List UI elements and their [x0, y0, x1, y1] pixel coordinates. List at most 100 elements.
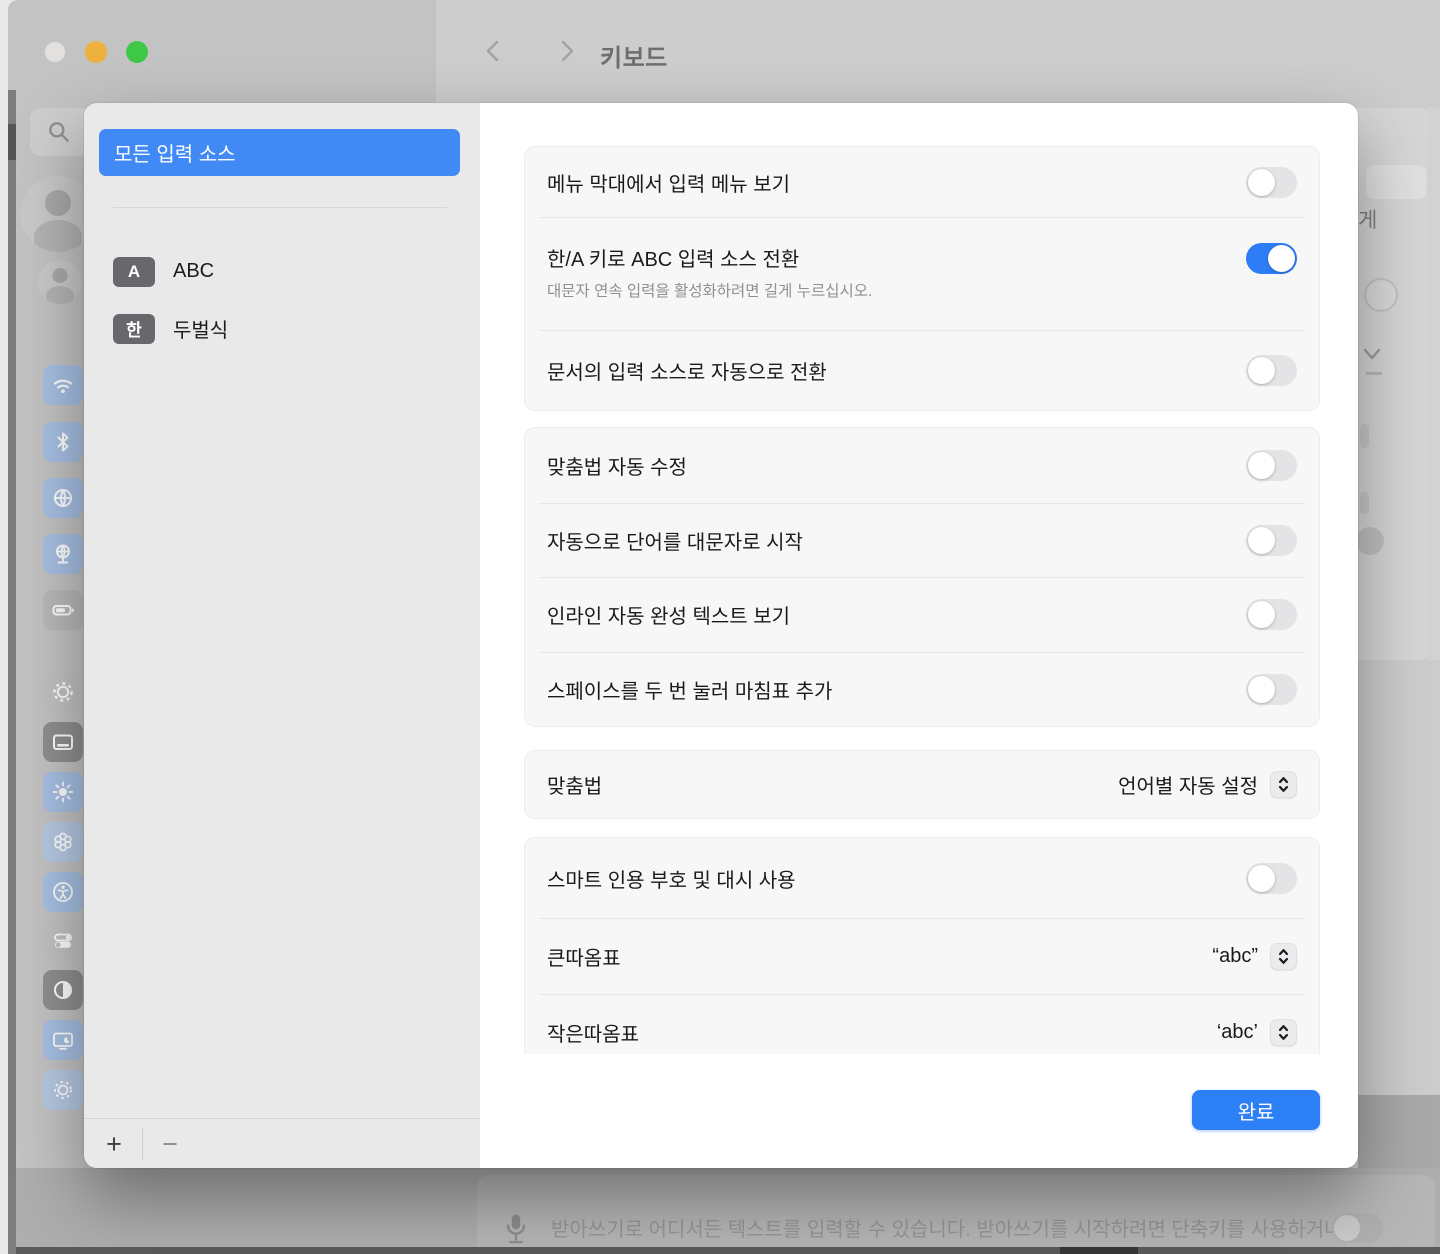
zoom-button[interactable]: [126, 41, 148, 63]
sidebar-item-lock-screen[interactable]: [43, 1020, 83, 1060]
globe-icon: [51, 486, 75, 510]
setting-row: 자동으로 단어를 대문자로 시작: [539, 503, 1305, 578]
setting-label: 자동으로 단어를 대문자로 시작: [547, 526, 803, 555]
sidebar-item-appearance[interactable]: [43, 970, 83, 1010]
setting-row: 맞춤법 언어별 자동 설정: [539, 751, 1305, 818]
sidebar-item-displays[interactable]: [43, 772, 83, 812]
back-icon[interactable]: [483, 38, 505, 66]
setting-row: 문서의 입력 소스로 자동으로 전환: [539, 330, 1305, 410]
family-avatar[interactable]: [38, 260, 82, 304]
remove-input-source-button[interactable]: −: [150, 1125, 190, 1163]
auto-switch-document-toggle[interactable]: [1246, 355, 1297, 386]
settings-group: 메뉴 막대에서 입력 메뉴 보기 한/A 키로 ABC 입력 소스 전환 대문자…: [524, 146, 1320, 411]
input-source-list: A ABC 한 두벌식: [84, 243, 480, 357]
dictation-text-line1: 받아쓰기로 어디서든 텍스트를 입력할 수 있습니다. 받아쓰기를 시작하려면 …: [551, 1213, 1343, 1242]
setting-label: 스마트 인용 부호 및 대시 사용: [547, 864, 796, 893]
microphone-icon: [503, 1213, 529, 1249]
setting-label: 맞춤법: [547, 770, 602, 799]
single-quote-select-button[interactable]: [1270, 1019, 1297, 1046]
double-space-period-toggle[interactable]: [1246, 674, 1297, 705]
setting-row: 스마트 인용 부호 및 대시 사용: [539, 838, 1305, 918]
bottom-edge: [8, 1247, 1440, 1254]
sheet-sidebar: 모든 입력 소스 A ABC 한 두벌식 + −: [84, 103, 480, 1168]
sidebar-item-wallpaper[interactable]: [43, 822, 83, 862]
settings-group: 맞춤법 언어별 자동 설정: [524, 750, 1320, 819]
close-button[interactable]: [44, 41, 66, 63]
divider: [84, 1118, 480, 1119]
add-input-source-button[interactable]: +: [94, 1125, 134, 1163]
sidebar-item-control-center[interactable]: [43, 921, 83, 961]
setting-label: 메뉴 막대에서 입력 메뉴 보기: [547, 168, 790, 197]
single-quote-select-value: ‘abc’: [1217, 1021, 1258, 1044]
toggles-icon: [51, 929, 75, 953]
autocorrect-toggle[interactable]: [1246, 450, 1297, 481]
han-a-key-switch-toggle[interactable]: [1246, 243, 1297, 274]
setting-row: 맞춤법 자동 수정: [539, 428, 1305, 503]
settings-scroll-area[interactable]: 메뉴 막대에서 입력 메뉴 보기 한/A 키로 ABC 입력 소스 전환 대문자…: [480, 103, 1358, 1054]
sidebar-item-wifi[interactable]: [43, 365, 83, 405]
toggle-knob: [1248, 865, 1275, 892]
desktop-edge: [8, 90, 16, 1254]
divider: [142, 1127, 143, 1160]
sidebar-item-bluetooth[interactable]: [43, 422, 83, 462]
sidebar-item-desktop-dock[interactable]: [43, 722, 83, 762]
minimize-button[interactable]: [85, 41, 107, 63]
sidebar-item-vpn[interactable]: [43, 534, 83, 574]
toggle-knob: [1334, 1215, 1360, 1241]
toggle-knob: [1248, 527, 1275, 554]
settings-group: 맞춤법 자동 수정 자동으로 단어를 대문자로 시작 인라인 자동 완성 텍스트…: [524, 427, 1320, 727]
toggle-knob: [1248, 357, 1275, 384]
toggle-knob: [1248, 452, 1275, 479]
smart-quotes-toggle[interactable]: [1246, 863, 1297, 894]
sidebar-item-general[interactable]: [43, 672, 83, 712]
spelling-select-button[interactable]: [1270, 771, 1297, 798]
forward-icon[interactable]: [557, 38, 579, 66]
show-input-menu-toggle[interactable]: [1246, 167, 1297, 198]
up-down-chevrons-icon: [1276, 775, 1291, 794]
toggle-knob: [1248, 601, 1275, 628]
setting-label: 인라인 자동 완성 텍스트 보기: [547, 600, 790, 629]
setting-row: 스페이스를 두 번 눌러 마침표 추가: [539, 652, 1305, 727]
setting-row: 인라인 자동 완성 텍스트 보기: [539, 577, 1305, 652]
setting-row: 메뉴 막대에서 입력 메뉴 보기: [539, 147, 1305, 217]
dictation-toggle[interactable]: [1332, 1213, 1383, 1243]
background-lower-band: [1358, 1095, 1440, 1170]
background-button-fragment: [1366, 165, 1426, 199]
contrast-icon: [51, 978, 75, 1002]
sidebar-item-battery[interactable]: [43, 590, 83, 630]
bluetooth-icon: [51, 430, 75, 454]
selected-item-label: 모든 입력 소스: [114, 138, 236, 167]
divider: [113, 207, 447, 208]
sheet-footer: 완료: [480, 1054, 1358, 1168]
globe-stand-icon: [51, 542, 75, 566]
toggle-knob: [1268, 245, 1295, 272]
inline-predictions-toggle[interactable]: [1246, 599, 1297, 630]
setting-label: 스페이스를 두 번 눌러 마침표 추가: [547, 675, 832, 704]
screen: 키보드: [0, 0, 1440, 1254]
input-source-label: 두벌식: [173, 314, 228, 343]
scrollbar[interactable]: [1428, 108, 1440, 660]
dictation-card: 받아쓰기로 어디서든 텍스트를 입력할 수 있습니다. 받아쓰기를 시작하려면 …: [477, 1175, 1435, 1254]
background-text-fragment: 게: [1358, 204, 1377, 234]
list-item-abc[interactable]: A ABC: [84, 243, 480, 300]
sidebar-item-touch-id[interactable]: [43, 1070, 83, 1110]
search-icon: [46, 119, 72, 145]
double-quote-select-button[interactable]: [1270, 943, 1297, 970]
sidebar-item-all-input-sources[interactable]: 모든 입력 소스: [99, 129, 460, 176]
input-sources-sheet: 모든 입력 소스 A ABC 한 두벌식 + −: [84, 103, 1358, 1168]
up-down-chevrons-icon: [1276, 1023, 1291, 1042]
page-title: 키보드: [600, 38, 668, 73]
sidebar-item-accessibility[interactable]: [43, 872, 83, 912]
battery-icon: [51, 598, 75, 622]
done-button[interactable]: 완료: [1192, 1090, 1320, 1130]
background-stepper-fragment: [1360, 492, 1369, 514]
background-circle-fragment: [1356, 527, 1384, 555]
screen-moon-icon: [51, 1028, 75, 1052]
list-item-dubeolsik[interactable]: 한 두벌식: [84, 300, 480, 357]
swirl-gear-icon: [51, 1078, 75, 1102]
toggle-knob: [1248, 676, 1275, 703]
auto-capitalize-toggle[interactable]: [1246, 525, 1297, 556]
up-down-chevrons-icon: [1276, 947, 1291, 966]
setting-row: 큰따옴표 “abc”: [539, 918, 1305, 994]
sidebar-item-network[interactable]: [43, 478, 83, 518]
